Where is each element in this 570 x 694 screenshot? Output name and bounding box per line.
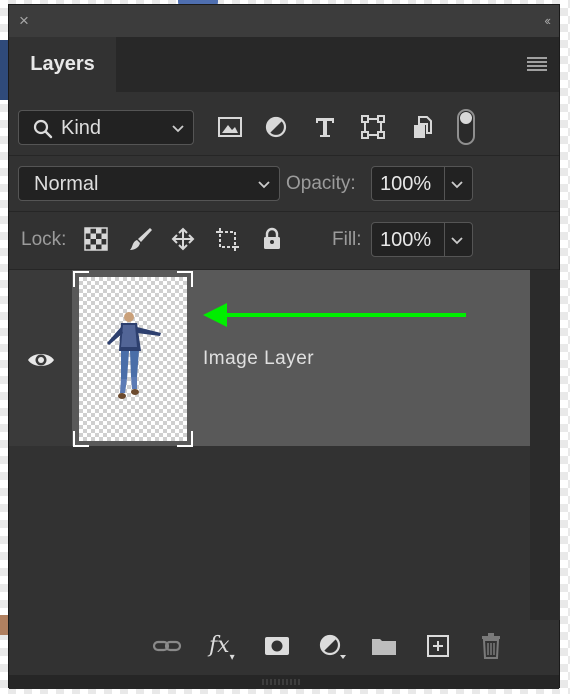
lock-label: Lock: [21, 229, 67, 250]
person-thumbnail-image [107, 312, 161, 399]
image-filter-icon[interactable] [216, 113, 244, 141]
layer-name[interactable]: Image Layer [203, 348, 314, 370]
prevent-auto-nesting-icon[interactable] [214, 226, 240, 252]
shape-filter-icon[interactable] [359, 113, 387, 141]
fx-icon[interactable]: fx▾ [209, 632, 239, 663]
lock-position-icon[interactable] [170, 226, 196, 252]
fx-label: fx [209, 633, 230, 658]
chevron-down-icon[interactable] [450, 170, 464, 203]
layers-panel: × ‹‹ Layers Kind Normal Opacity: 100% Lo… [8, 4, 560, 689]
adjustment-filter-icon[interactable] [262, 113, 290, 141]
toggle-knob [460, 112, 472, 124]
field-separator [444, 223, 445, 256]
divider [9, 155, 559, 156]
lock-image-pixels-icon[interactable] [128, 226, 154, 252]
lock-transparent-pixels-icon[interactable] [83, 226, 109, 252]
tab-bar: Layers [9, 37, 559, 92]
type-filter-icon[interactable] [311, 113, 339, 141]
layer-row[interactable]: Image Layer [9, 270, 530, 447]
layers-list: Image Layer [9, 270, 530, 620]
filter-toggle-switch[interactable] [457, 109, 475, 145]
new-group-icon[interactable] [369, 632, 399, 660]
close-panel-icon[interactable]: × [19, 9, 29, 33]
chevron-down-icon [171, 114, 185, 147]
fill-value[interactable]: 100% [380, 229, 431, 252]
resize-grip-icon[interactable] [261, 678, 301, 686]
visibility-eye-icon[interactable] [26, 350, 56, 370]
tab-layers[interactable]: Layers [9, 37, 116, 92]
panel-menu-icon[interactable] [527, 57, 547, 71]
resize-bar[interactable] [9, 675, 559, 689]
background-photo-fragment [0, 615, 8, 635]
filter-kind-label: Kind [61, 117, 102, 139]
thumbnail-corner [73, 271, 89, 287]
panel-title-bar: × ‹‹ [9, 5, 559, 37]
divider [9, 211, 559, 212]
link-layers-icon[interactable] [152, 632, 182, 660]
layer-thumbnail[interactable] [73, 271, 193, 447]
visibility-column [9, 270, 72, 446]
blend-mode-dropdown[interactable]: Normal [18, 166, 280, 201]
lock-all-icon[interactable] [259, 226, 285, 252]
opacity-label: Opacity: [286, 173, 356, 194]
annotation-arrow [203, 303, 466, 327]
collapse-panel-icon[interactable]: ‹‹ [544, 9, 551, 33]
panel-footer: fx▾ [9, 620, 559, 675]
field-separator [444, 167, 445, 200]
delete-layer-icon[interactable] [476, 632, 506, 660]
fill-field[interactable]: 100% [371, 222, 473, 257]
new-layer-icon[interactable] [423, 632, 453, 660]
new-fill-adjustment-icon[interactable] [316, 632, 346, 660]
search-icon [33, 119, 53, 139]
thumbnail-corner [177, 431, 193, 447]
chevron-down-icon [257, 170, 271, 203]
blend-mode-value: Normal [34, 173, 99, 195]
chevron-down-icon[interactable] [450, 226, 464, 259]
thumbnail-corner [73, 431, 89, 447]
thumbnail-corner [177, 271, 193, 287]
opacity-field[interactable]: 100% [371, 166, 473, 201]
add-mask-icon[interactable] [262, 632, 292, 660]
smart-object-filter-icon[interactable] [408, 113, 436, 141]
fill-label: Fill: [332, 229, 362, 250]
opacity-value[interactable]: 100% [380, 173, 431, 196]
layers-scrollbar[interactable] [530, 270, 560, 620]
filter-kind-dropdown[interactable]: Kind [18, 110, 194, 145]
